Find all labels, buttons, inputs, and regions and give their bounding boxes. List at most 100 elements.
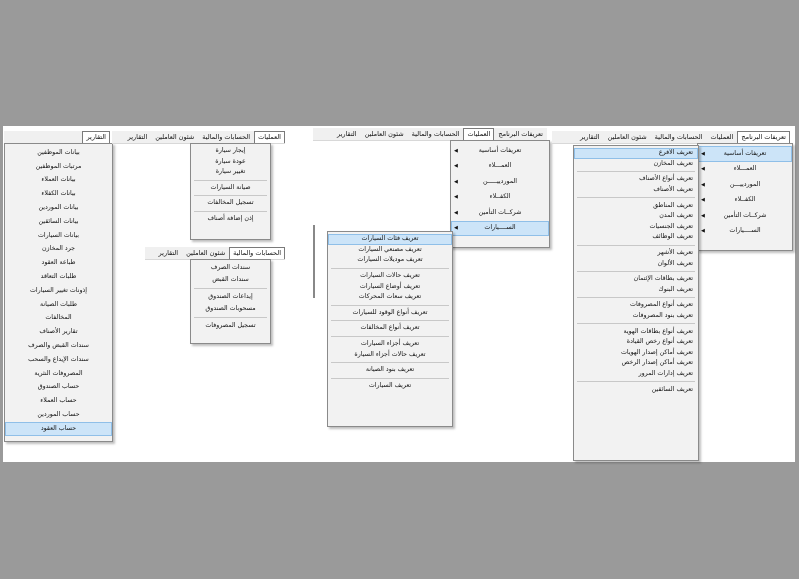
menubar-item[interactable]: شئون العاملين — [604, 131, 651, 144]
menu-item[interactable]: تعريفات أساسية ◀ — [451, 143, 549, 159]
menu-item[interactable]: تعريف حالات أجزاء السيارة — [328, 349, 452, 360]
reports-menu-item[interactable]: تقارير الأصناف — [5, 325, 112, 339]
menubar-item[interactable]: التقارير — [333, 128, 361, 141]
menubar-item[interactable]: العمليات — [463, 128, 495, 140]
menu-item[interactable]: تعريف الأفرع — [574, 148, 698, 159]
menu-item[interactable]: تعريف بطاقات الإئتمان — [574, 274, 698, 285]
menubar-item[interactable]: الحسابات والمالية — [408, 128, 464, 141]
menu-item[interactable]: تعريف فئات السيارات — [328, 234, 452, 245]
menu-item[interactable]: تعريف أماكن إصدار الهويات — [574, 348, 698, 359]
reports-menu-item[interactable]: مرتبات الموظفين — [5, 160, 112, 174]
reports-menu-item[interactable]: حساب العملاء — [5, 394, 112, 408]
menubar-item[interactable]: العمليات — [254, 131, 285, 143]
menu-item[interactable]: مسحوبات الصندوق — [191, 303, 270, 315]
menu-item[interactable]: العمـــلاء ◀ — [698, 162, 792, 178]
menu-item[interactable]: تعريف أنواع المصروفات — [574, 300, 698, 311]
menubar-item[interactable]: الحسابات والمالية — [229, 247, 285, 259]
menu-item[interactable]: تعريف أنواع بطاقات الهوية — [574, 326, 698, 337]
menu-item[interactable]: تعريف مصنعي السيارات — [328, 245, 452, 256]
menu-item[interactable]: تسجيل المصروفات — [191, 320, 270, 332]
menu-item[interactable]: تعريف بنود المصروفات — [574, 311, 698, 322]
menu-item[interactable]: تسجيل المخالفات — [191, 198, 270, 209]
menu-separator — [577, 270, 695, 272]
menu-item[interactable]: تعريف أنواع رخص القيادة — [574, 337, 698, 348]
menu-item[interactable]: تعريف إدارات المرور — [574, 369, 698, 380]
menu-item[interactable]: سندات الصرف — [191, 262, 270, 274]
reports-menu-item[interactable]: بيانات السيارات — [5, 229, 112, 243]
menubar-item[interactable]: تعريفات البرنامج — [737, 131, 790, 143]
menu-item[interactable]: تعريف الجنسيات — [574, 222, 698, 233]
menu-item[interactable]: تعريفات أساسية ◀ — [698, 146, 792, 162]
menubar-item[interactable]: التقارير — [124, 131, 152, 144]
menu-item[interactable]: تعريف أماكن إصدار الرخص — [574, 358, 698, 369]
menu-item[interactable]: تعريف أنواع المخالفات — [328, 323, 452, 334]
reports-menu-item[interactable]: المصروفات النثرية — [5, 367, 112, 381]
menu-item[interactable]: تعريف الأصناف — [574, 185, 698, 196]
reports-menu-item[interactable]: سندات القبض والصرف — [5, 339, 112, 353]
menu-item[interactable]: إيجار سيارة — [191, 146, 270, 157]
reports-menu-item[interactable]: حساب العقود — [5, 421, 112, 436]
menu-item[interactable]: الموردييـــــن ◀ — [451, 174, 549, 190]
menubar-item[interactable]: التقارير — [155, 247, 183, 260]
menu-item[interactable]: تعريف المخازن — [574, 159, 698, 170]
menu-item[interactable]: إيداعات الصندوق — [191, 291, 270, 303]
menu-item[interactable]: تعريف الأشهر — [574, 248, 698, 259]
menubar-item[interactable]: شئون العاملين — [151, 131, 198, 144]
menu-item[interactable]: تعريف سعات المحركات — [328, 292, 452, 303]
menubar-item[interactable]: شئون العاملين — [182, 247, 229, 260]
menu-item-label: الكفــلاء — [734, 196, 756, 204]
reports-menu-item[interactable]: حساب الموردين — [5, 408, 112, 422]
reports-menu-item[interactable]: سندات الإيداع والسحب — [5, 353, 112, 367]
menu-item[interactable]: تعريف أوضاع السيارات — [328, 281, 452, 292]
menu-reports[interactable]: التقارير — [82, 131, 110, 143]
menu-item[interactable]: تعريف أنواع الوقود للسيارات — [328, 308, 452, 319]
menubar-item[interactable]: التقارير — [576, 131, 604, 144]
menubar-item[interactable]: العمليات — [706, 131, 737, 144]
menu-item[interactable]: تعريف أجزاء السيارات — [328, 339, 452, 350]
menu-item[interactable]: تعريف السائقين — [574, 384, 698, 395]
menu-item[interactable]: صيانة السيارات — [191, 183, 270, 194]
reports-menu-item[interactable]: طلبات التعاقد — [5, 270, 112, 284]
reports-menu-item[interactable]: إذونات تغيير السيارات — [5, 284, 112, 298]
menu-item[interactable]: تعريف البنوك — [574, 285, 698, 296]
menu-item[interactable]: تعريف بنود الصيانة — [328, 365, 452, 376]
menu-item[interactable]: الكفــلاء ◀ — [451, 190, 549, 206]
menu-item[interactable]: العمـــلاء ◀ — [451, 159, 549, 175]
menu-item[interactable]: سندات القبض — [191, 274, 270, 286]
menu-item[interactable]: إذن إضافة أصناف — [191, 214, 270, 225]
reports-menu-item[interactable]: طباعة العقود — [5, 256, 112, 270]
reports-menu-item[interactable]: حساب الصندوق — [5, 381, 112, 395]
menu-item[interactable]: تعريف السيارات — [328, 381, 452, 392]
menubar-item[interactable]: الحسابات والمالية — [651, 131, 707, 144]
menu-item[interactable]: شركــات التأمين ◀ — [698, 208, 792, 224]
reports-menu-item[interactable]: جرد المخازن — [5, 243, 112, 257]
menu-item-label: تعريف أنواع المصروفات — [630, 301, 693, 309]
reports-menu-item[interactable]: بيانات العملاء — [5, 174, 112, 188]
reports-menu-item[interactable]: طلبات الصيانة — [5, 298, 112, 312]
menubar-item[interactable]: شئون العاملين — [361, 128, 408, 141]
menu-item-label: تعريف سعات المحركات — [358, 293, 422, 301]
menu-item[interactable]: الســــيارات ◀ — [698, 224, 792, 240]
reports-menu-item[interactable]: المخالفات — [5, 312, 112, 326]
menubar-item[interactable]: الحسابات والمالية — [198, 131, 254, 144]
menu-item[interactable]: عودة سيارة — [191, 157, 270, 168]
menu-item[interactable]: تعريف المدن — [574, 211, 698, 222]
menu-item[interactable]: تعريف المناطق — [574, 200, 698, 211]
menu-item-label: تعريف أنواع الأصناف — [639, 175, 693, 183]
reports-menu-item[interactable]: بيانات الموظفين — [5, 146, 112, 160]
menu-item[interactable]: تعريف الوظائف — [574, 232, 698, 243]
menu-item[interactable]: الكفــلاء ◀ — [698, 193, 792, 209]
menu-item[interactable]: شركــات التأمين ◀ — [451, 205, 549, 221]
menu-item[interactable]: الســــيارات ◀ — [451, 220, 549, 236]
menu-item[interactable]: تعريف الألوان — [574, 258, 698, 269]
menu-item[interactable]: تعريف حالات السيارات — [328, 271, 452, 282]
menu-item[interactable]: تعريف موديلات السيارات — [328, 255, 452, 266]
reports-menu-item[interactable]: بيانات السائقين — [5, 215, 112, 229]
menu-item[interactable]: تغيير سيارة — [191, 167, 270, 178]
menu-item[interactable]: الموردييـــن ◀ — [698, 177, 792, 193]
reports-menu-item[interactable]: بيانات الكفلاء — [5, 187, 112, 201]
menubar-item[interactable]: تعريفات البرنامج — [494, 128, 547, 141]
menu-item-label: تعريف أنواع المخالفات — [360, 324, 420, 332]
reports-menu-item[interactable]: بيانات الموردين — [5, 201, 112, 215]
menu-item[interactable]: تعريف أنواع الأصناف — [574, 174, 698, 185]
